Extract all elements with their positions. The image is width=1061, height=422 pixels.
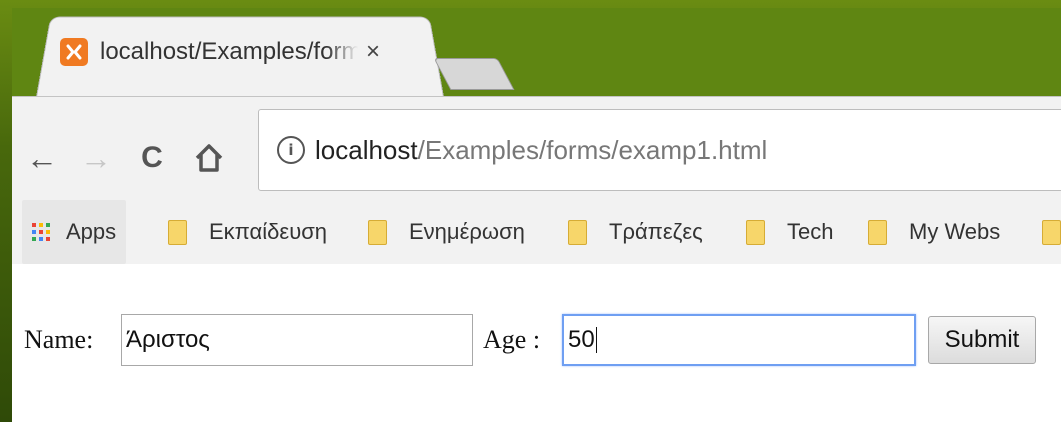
name-input[interactable]: Άριστος — [121, 314, 473, 366]
reload-icon[interactable]: C — [130, 136, 174, 180]
age-input-value: 50 — [568, 326, 595, 353]
apps-dot — [46, 230, 50, 234]
apps-dot — [39, 230, 43, 234]
bookmark-news[interactable]: Ενημέρωση — [368, 200, 525, 264]
bookmark-label: Εκπαίδευση — [209, 219, 328, 244]
age-input[interactable]: 50 — [562, 314, 916, 366]
bookmark-label: Tech — [787, 219, 834, 244]
address-bar[interactable]: i localhost/Examples/forms/examp1.html — [258, 109, 1061, 191]
submit-button[interactable]: Submit — [928, 316, 1036, 364]
bookmark-banks[interactable]: Τράπεζες — [568, 200, 703, 264]
name-input-value: Άριστος — [126, 326, 210, 353]
apps-dot — [32, 223, 36, 227]
bookmark-overflow[interactable] — [1042, 200, 1061, 264]
info-icon[interactable]: i — [277, 136, 305, 164]
bookmark-label: Τράπεζες — [609, 219, 703, 244]
bookmark-label: My Webs — [909, 219, 1001, 244]
url-text[interactable]: localhost/Examples/forms/examp1.html — [315, 135, 767, 166]
folder-icon — [1042, 219, 1061, 245]
apps-dot — [39, 223, 43, 227]
back-arrow-icon[interactable]: ← — [20, 136, 64, 180]
url-host: localhost — [315, 134, 418, 165]
tab-strip: localhost/Examples/forms/examp1.html × — [12, 8, 1061, 98]
bookmark-education[interactable]: Εκπαίδευση — [168, 200, 327, 264]
apps-dot — [46, 223, 50, 227]
bookmark-my-webs[interactable]: My Webs — [868, 200, 1000, 264]
home-icon[interactable] — [184, 136, 234, 180]
folder-icon — [568, 219, 587, 245]
tab-title: localhost/Examples/forms/examp1.html — [100, 38, 358, 65]
folder-icon — [746, 219, 765, 245]
apps-icon — [32, 223, 50, 241]
xampp-icon — [60, 38, 88, 66]
apps-dot — [32, 230, 36, 234]
browser-window: localhost/Examples/forms/examp1.html × ←… — [12, 8, 1061, 422]
bookmark-label: Ενημέρωση — [409, 219, 525, 244]
close-tab-icon[interactable]: × — [366, 38, 380, 66]
apps-dot — [39, 237, 43, 241]
apps-dot — [46, 237, 50, 241]
bookmark-tech[interactable]: Tech — [746, 200, 833, 264]
age-label: Age : — [483, 325, 541, 354]
bookmark-apps[interactable]: Apps — [22, 200, 127, 264]
forward-arrow-icon[interactable]: → — [74, 136, 118, 180]
name-label: Name: — [24, 325, 94, 354]
active-tab[interactable]: localhost/Examples/forms/examp1.html × — [50, 8, 450, 96]
text-caret — [595, 327, 597, 353]
apps-dot — [32, 237, 36, 241]
folder-icon — [368, 219, 387, 245]
bookmarks-bar: Apps Εκπαίδευση Ενημέρωση Τράπεζες Tech … — [12, 200, 1061, 265]
folder-icon — [168, 219, 187, 245]
url-path: /Examples/forms/examp1.html — [417, 134, 768, 165]
folder-icon — [868, 219, 887, 245]
bookmark-label: Apps — [66, 219, 117, 244]
